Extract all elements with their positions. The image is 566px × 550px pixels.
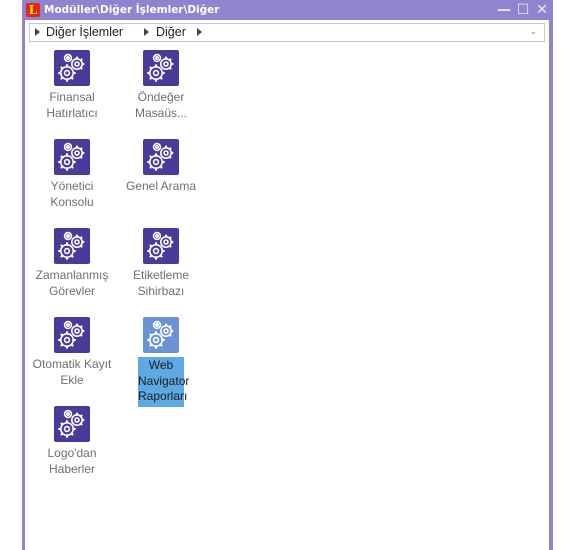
- module-item-label: Zamanlanmış Görevler: [35, 268, 109, 298]
- gears-icon-svg: [58, 53, 85, 82]
- gears-icon-svg: [58, 231, 85, 260]
- module-item[interactable]: Web Navigator Raporları: [118, 317, 200, 407]
- gears-icon[interactable]: [143, 50, 179, 86]
- content-pane: Diğer İşlemler Diğer ⌄ Finansal Hatırlat…: [25, 20, 549, 550]
- title-bar[interactable]: L Modüller\Diğer İşlemler\Diğer — ☐ ✕: [22, 0, 553, 20]
- module-item-label: Yönetici Konsolu: [50, 179, 94, 209]
- app-logo-icon: L: [26, 3, 40, 17]
- module-item[interactable]: Logo'dan Haberler: [29, 406, 111, 494]
- breadcrumb-item-diger-islemler[interactable]: Diğer İşlemler: [46, 24, 123, 41]
- module-item[interactable]: Genel Arama: [118, 139, 200, 227]
- gears-icon[interactable]: [143, 317, 179, 353]
- module-item-label: Web Navigator Raporları: [138, 357, 189, 407]
- module-item-label: Finansal Hatırlatıcı: [46, 90, 98, 120]
- gears-icon[interactable]: [54, 406, 90, 442]
- gears-icon-svg: [147, 142, 174, 171]
- gears-icon[interactable]: [143, 228, 179, 264]
- minimize-button[interactable]: —: [495, 0, 513, 20]
- gears-icon[interactable]: [54, 50, 90, 86]
- gears-icon[interactable]: [54, 139, 90, 175]
- gears-icon-svg: [58, 320, 85, 349]
- module-item-label: Logo'dan Haberler: [47, 446, 97, 476]
- chevron-right-icon[interactable]: [197, 28, 202, 36]
- gears-icon-svg: [147, 53, 174, 82]
- module-item-label: Öndeğer Masaüs...: [134, 90, 188, 120]
- module-item[interactable]: Yönetici Konsolu: [29, 139, 111, 227]
- gears-icon-svg: [147, 231, 174, 260]
- module-item-label: Etiketleme Sihirbazı: [132, 268, 190, 298]
- module-item[interactable]: Öndeğer Masaüs...: [118, 50, 200, 138]
- gears-icon[interactable]: [54, 317, 90, 353]
- gears-icon-svg: [58, 142, 85, 171]
- breadcrumb-item-diger[interactable]: Diğer: [156, 24, 186, 41]
- breadcrumb[interactable]: Diğer İşlemler Diğer ⌄: [29, 23, 545, 42]
- gears-icon[interactable]: [143, 139, 179, 175]
- close-button[interactable]: ✕: [533, 0, 551, 20]
- chevron-right-icon[interactable]: [144, 28, 149, 36]
- module-item-label: Otomatik Kayıt Ekle: [32, 357, 112, 387]
- gears-icon-svg: [58, 409, 85, 438]
- maximize-button[interactable]: ☐: [514, 0, 532, 20]
- module-item[interactable]: Etiketleme Sihirbazı: [118, 228, 200, 316]
- module-item[interactable]: Finansal Hatırlatıcı: [29, 50, 111, 138]
- chevron-right-icon[interactable]: [35, 28, 40, 36]
- explorer-window: L Modüller\Diğer İşlemler\Diğer — ☐ ✕ Di…: [22, 0, 553, 550]
- module-item-label: Genel Arama: [125, 179, 197, 193]
- window-title: Modüller\Diğer İşlemler\Diğer: [44, 4, 220, 16]
- module-item[interactable]: Otomatik Kayıt Ekle: [29, 317, 111, 405]
- module-item[interactable]: Zamanlanmış Görevler: [29, 228, 111, 316]
- gears-icon-svg: [147, 320, 174, 349]
- chevron-down-icon[interactable]: ⌄: [529, 24, 537, 41]
- gears-icon[interactable]: [54, 228, 90, 264]
